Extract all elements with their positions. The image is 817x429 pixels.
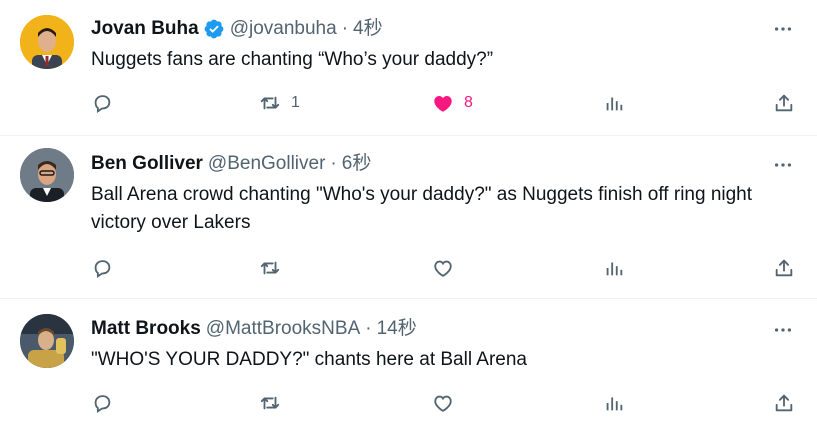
separator-dot: · (341, 18, 349, 39)
reply-button[interactable] (91, 255, 113, 281)
timestamp[interactable]: 6秒 (342, 152, 372, 176)
separator-dot: · (365, 318, 372, 339)
tweet-actions: 1 8 (91, 90, 804, 116)
avatar[interactable] (20, 15, 74, 69)
tweet-matt-brooks[interactable]: Matt Brooks @MattBrooksNBA · 14秒 "WHO'S … (0, 299, 817, 429)
retweet-icon (260, 396, 280, 410)
retweet-icon (260, 261, 280, 275)
share-button[interactable] (773, 390, 795, 416)
author-name[interactable]: Jovan Buha (91, 17, 199, 41)
views-icon (606, 97, 623, 111)
share-button[interactable] (773, 90, 795, 116)
views-button[interactable] (603, 255, 625, 281)
views-button[interactable] (603, 90, 625, 116)
share-icon (775, 394, 793, 412)
tweet-ben-golliver[interactable]: Ben Golliver @BenGolliver · 6秒 Ball Aren… (0, 136, 817, 299)
tweet-text: "WHO'S YOUR DADDY?" chants here at Ball … (91, 349, 527, 370)
more-icon[interactable] (771, 17, 795, 41)
reply-button[interactable] (91, 90, 113, 116)
like-icon (434, 96, 452, 112)
author-handle[interactable]: @jovanbuha (230, 17, 337, 41)
verified-badge-icon (203, 18, 225, 40)
retweet-button[interactable] (259, 255, 291, 281)
tweet-text: Nuggets fans are chanting “Who’s your da… (91, 49, 494, 70)
author-name[interactable]: Matt Brooks (91, 317, 201, 341)
timestamp[interactable]: 4秒 (353, 17, 383, 41)
like-icon (434, 260, 452, 277)
like-icon (434, 395, 452, 412)
like-button[interactable]: 8 (432, 90, 473, 116)
tweet-jovan-buha[interactable]: Jovan Buha @jovanbuha · 4秒 Nuggets fans … (0, 0, 817, 136)
tweet-header: Ben Golliver @BenGolliver · 6秒 (91, 152, 371, 176)
reply-button[interactable] (91, 390, 113, 416)
timestamp[interactable]: 14秒 (377, 317, 417, 341)
reply-icon (94, 95, 111, 113)
like-button[interactable] (432, 390, 464, 416)
views-icon (606, 397, 623, 411)
retweet-icon (260, 96, 280, 110)
tweet-text: Ball Arena crowd chanting "Who's your da… (91, 184, 753, 233)
views-button[interactable] (603, 390, 625, 416)
author-handle[interactable]: @BenGolliver (208, 152, 326, 176)
tweet-header: Jovan Buha @jovanbuha · 4秒 (91, 17, 383, 41)
author-handle[interactable]: @MattBrooksNBA (206, 317, 360, 341)
like-count: 8 (464, 94, 473, 111)
tweet-actions (91, 390, 804, 416)
reply-icon (94, 395, 111, 413)
like-button[interactable] (432, 255, 464, 281)
tweet-actions (91, 255, 804, 281)
avatar[interactable] (20, 314, 74, 368)
views-icon (606, 262, 623, 276)
share-icon (775, 259, 793, 277)
author-name[interactable]: Ben Golliver (91, 152, 203, 176)
tweet-header: Matt Brooks @MattBrooksNBA · 14秒 (91, 317, 417, 341)
more-icon[interactable] (771, 318, 795, 342)
more-icon[interactable] (771, 153, 795, 177)
retweet-button[interactable] (259, 390, 291, 416)
retweet-button[interactable]: 1 (259, 90, 300, 116)
separator-dot: · (330, 153, 337, 174)
retweet-count: 1 (291, 94, 300, 111)
tweet-feed: Jovan Buha @jovanbuha · 4秒 Nuggets fans … (0, 0, 817, 429)
avatar[interactable] (20, 148, 74, 202)
reply-icon (94, 260, 111, 278)
share-icon (775, 94, 793, 112)
share-button[interactable] (773, 255, 795, 281)
